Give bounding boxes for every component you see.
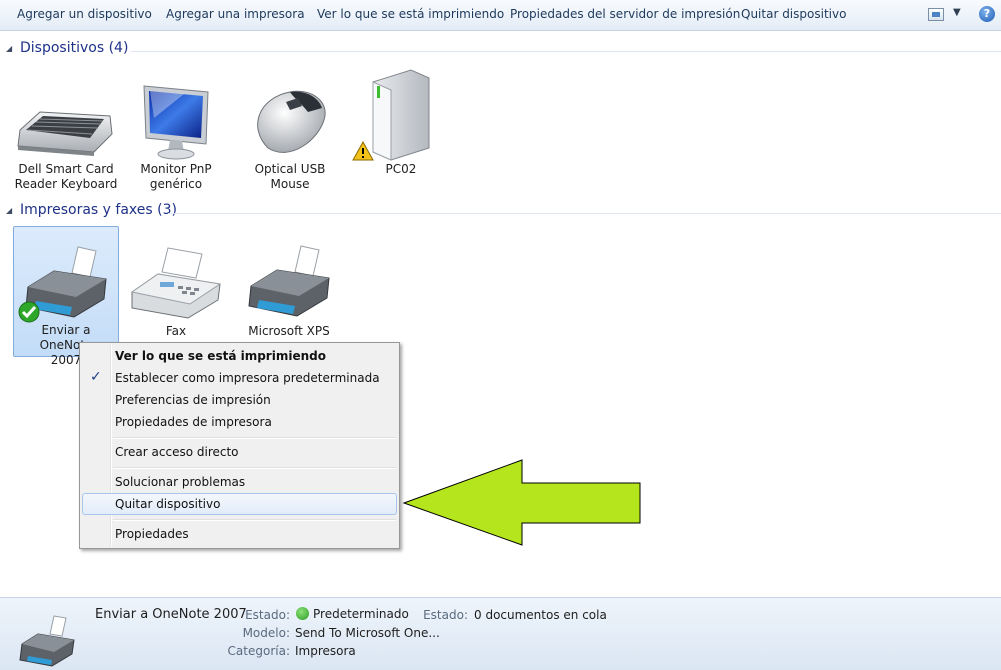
menu-item-set-default[interactable]: ✓ Establecer como impresora predeterminad… [82, 367, 397, 389]
details-model-value: Send To Microsoft One... [295, 626, 440, 640]
group-title-devices: Dispositivos (4) [20, 40, 129, 56]
menu-separator [113, 437, 396, 439]
keyboard-icon [17, 111, 113, 156]
printer-item-onenote[interactable]: Enviar a OneNote 2007 [13, 226, 119, 367]
group-divider [131, 51, 1001, 52]
default-check-icon [18, 301, 40, 323]
device-item-monitor[interactable]: Monitor PnP genérico [124, 68, 228, 196]
device-label-line2: Reader Keyboard [14, 177, 118, 191]
device-label: Monitor PnP genérico [124, 162, 228, 192]
device-label-line1: Dell Smart Card [18, 162, 114, 176]
device-label: PC02 [349, 162, 453, 177]
view-options-icon[interactable] [928, 8, 944, 21]
details-model-label: Modelo: [242, 626, 290, 640]
collapse-triangle-icon[interactable]: ◢ [6, 44, 12, 53]
details-queue-label: Estado: [423, 608, 468, 622]
group-title-printers: Impresoras y faxes (3) [20, 202, 177, 218]
menu-separator [113, 467, 396, 469]
details-category-label: Categoría: [227, 644, 290, 658]
details-device-name: Enviar a OneNote 2007 [95, 607, 247, 622]
add-printer-button[interactable]: Agregar una impresora [166, 7, 305, 21]
details-category-value: Impresora [295, 644, 356, 658]
remove-device-button[interactable]: Quitar dispositivo [741, 7, 846, 21]
add-device-button[interactable]: Agregar un dispositivo [17, 7, 152, 21]
fax-icon [130, 247, 222, 319]
menu-item-printer-properties[interactable]: Propiedades de impresora [82, 411, 397, 433]
group-divider [168, 213, 1001, 214]
device-label-line2: genérico [149, 177, 203, 191]
menu-item-label: Quitar dispositivo [115, 497, 221, 511]
help-icon[interactable]: ? [979, 6, 995, 22]
printer-icon [19, 615, 75, 667]
group-header-printers[interactable]: ◢ Impresoras y faxes (3) [6, 202, 1001, 222]
details-status-label: Estado: [245, 608, 290, 622]
device-label-line1: Monitor PnP [140, 162, 212, 176]
checkmark-icon: ✓ [90, 369, 102, 385]
warning-icon [352, 141, 374, 161]
mouse-icon [257, 90, 326, 153]
see-whats-printing-button[interactable]: Ver lo que se está imprimiendo [317, 7, 504, 21]
device-label: Optical USB Mouse [238, 162, 342, 192]
device-label: Fax [124, 324, 228, 339]
details-queue-value: 0 documentos en cola [474, 608, 607, 622]
device-item-keyboard[interactable]: Dell Smart Card Reader Keyboard [14, 68, 118, 196]
device-item-mouse[interactable]: Optical USB Mouse [238, 68, 342, 196]
details-pane: Enviar a OneNote 2007 Estado: Predetermi… [0, 597, 1001, 670]
menu-separator [113, 519, 396, 521]
printer-item-fax[interactable]: Fax [124, 226, 228, 346]
menu-item-create-shortcut[interactable]: Crear acceso directo [82, 441, 397, 463]
menu-item-label: Propiedades [115, 527, 189, 541]
menu-item-label: Ver lo que se está imprimiendo [115, 349, 326, 363]
device-label-line1: Microsoft XPS [248, 324, 330, 338]
device-label: Dell Smart Card Reader Keyboard [14, 162, 118, 192]
status-ok-icon [296, 607, 309, 620]
chevron-down-icon[interactable]: ▼ [953, 7, 961, 18]
print-server-properties-button[interactable]: Propiedades del servidor de impresión [510, 7, 740, 21]
menu-item-remove-device[interactable]: Quitar dispositivo [82, 493, 397, 515]
device-label-line1: Optical USB [254, 162, 326, 176]
menu-item-label: Preferencias de impresión [115, 393, 271, 407]
menu-item-label: Propiedades de impresora [115, 415, 272, 429]
menu-item-troubleshoot[interactable]: Solucionar problemas [82, 471, 397, 493]
menu-item-printing-preferences[interactable]: Preferencias de impresión [82, 389, 397, 411]
menu-item-label: Crear acceso directo [115, 445, 239, 459]
group-header-devices[interactable]: ◢ Dispositivos (4) [6, 40, 1001, 60]
details-status-text: Predeterminado [313, 607, 409, 621]
printer-icon [248, 245, 330, 317]
device-label-line1: Fax [165, 324, 187, 338]
command-bar: Agregar un dispositivo Agregar una impre… [0, 0, 1001, 31]
menu-item-label: Solucionar problemas [115, 475, 246, 489]
details-status-value: Predeterminado [296, 607, 409, 621]
menu-item-see-printing[interactable]: Ver lo que se está imprimiendo [82, 345, 397, 367]
device-label-line1: PC02 [385, 162, 417, 176]
context-menu: Ver lo que se está imprimiendo ✓ Establec… [79, 342, 400, 549]
menu-item-properties[interactable]: Propiedades [82, 523, 397, 545]
annotation-arrow-icon [402, 459, 641, 546]
monitor-icon [143, 85, 209, 160]
collapse-triangle-icon[interactable]: ◢ [6, 206, 12, 215]
device-label-line2: Mouse [270, 177, 310, 191]
device-item-pc02[interactable]: PC02 [349, 64, 453, 196]
device-label: Microsoft XPS [237, 324, 341, 339]
printer-item-xps[interactable]: Microsoft XPS [237, 226, 341, 346]
menu-item-label: Establecer como impresora predeterminada [115, 371, 380, 385]
